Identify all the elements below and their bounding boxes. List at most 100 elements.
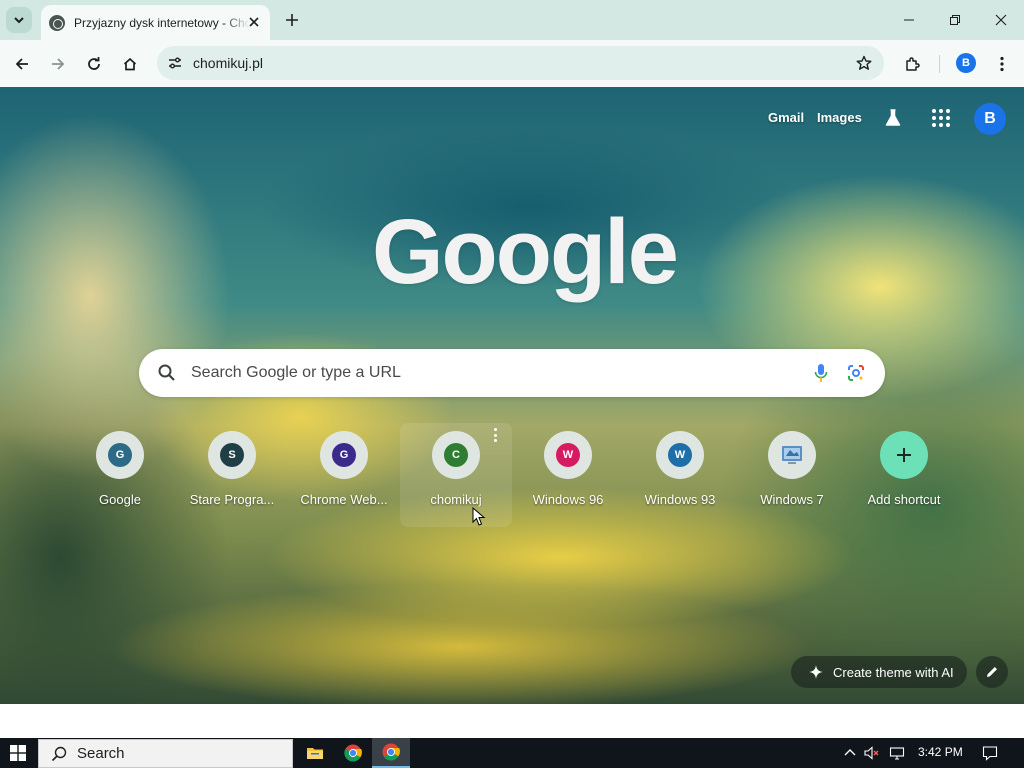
site-info-button[interactable] bbox=[160, 48, 190, 78]
new-tab-page: Gmail Images B Google G Google S St bbox=[0, 87, 1024, 704]
add-shortcut-button[interactable]: Add shortcut bbox=[848, 423, 960, 527]
customize-button[interactable] bbox=[976, 656, 1008, 688]
shortcut-tile: W bbox=[656, 431, 704, 479]
tab-search-button[interactable] bbox=[6, 7, 32, 33]
lens-icon bbox=[848, 365, 864, 381]
more-vert-icon bbox=[1000, 56, 1004, 72]
extensions-icon bbox=[906, 57, 920, 71]
taskbar-file-explorer[interactable] bbox=[296, 738, 334, 768]
taskbar-clock[interactable]: 3:42 PM bbox=[918, 745, 963, 759]
menu-button[interactable] bbox=[988, 50, 1016, 78]
tray-network[interactable] bbox=[889, 745, 905, 761]
shortcuts-grid: G Google S Stare Progra... G Chrome Web.… bbox=[64, 423, 960, 527]
shortcut-windows-7[interactable]: Windows 7 bbox=[736, 423, 848, 527]
taskbar-search-label: Search bbox=[77, 745, 125, 762]
tray-overflow-button[interactable] bbox=[842, 745, 858, 761]
taskbar-search[interactable]: Search bbox=[38, 739, 293, 768]
shortcut-label: Windows 7 bbox=[760, 492, 824, 507]
new-tab-button[interactable] bbox=[280, 8, 304, 32]
google-logo: Google bbox=[372, 201, 679, 303]
shortcut-chomikuj[interactable]: C chomikuj bbox=[400, 423, 512, 527]
globe-icon bbox=[49, 14, 65, 31]
taskbar-chrome[interactable] bbox=[334, 738, 372, 768]
minimize-icon bbox=[904, 19, 914, 21]
plus-icon bbox=[286, 14, 298, 26]
lens-search-button[interactable] bbox=[844, 361, 868, 385]
shortcut-windows-96[interactable]: W Windows 96 bbox=[512, 423, 624, 527]
shortcut-favicon: S bbox=[220, 443, 244, 467]
shortcut-favicon: W bbox=[668, 443, 692, 467]
shortcut-tile: C bbox=[432, 431, 480, 479]
shortcut-more-button[interactable] bbox=[494, 428, 498, 442]
shortcut-label: Windows 93 bbox=[644, 492, 716, 507]
address-bar[interactable]: chomikuj.pl bbox=[157, 46, 884, 80]
extensions-button[interactable] bbox=[898, 50, 926, 78]
search-input[interactable] bbox=[191, 349, 791, 397]
shortcut-favicon: C bbox=[444, 443, 468, 467]
search-box[interactable] bbox=[139, 349, 885, 397]
images-link[interactable]: Images bbox=[817, 110, 862, 125]
shortcut-label: Chrome Web... bbox=[300, 492, 388, 507]
shortcut-chrome-web-store[interactable]: G Chrome Web... bbox=[288, 423, 400, 527]
bookmark-button[interactable] bbox=[854, 53, 874, 73]
shortcut-favicon: W bbox=[556, 443, 580, 467]
taskbar-chrome-active[interactable] bbox=[372, 738, 410, 768]
mouse-cursor-icon bbox=[472, 507, 486, 526]
close-window-button[interactable] bbox=[978, 0, 1024, 40]
start-button[interactable] bbox=[0, 738, 36, 768]
shortcut-label: Windows 96 bbox=[532, 492, 604, 507]
shortcut-label: Add shortcut bbox=[867, 492, 941, 507]
taskbar: Search 3:42 PM bbox=[0, 738, 1024, 768]
url-text[interactable]: chomikuj.pl bbox=[193, 55, 263, 71]
page-bottom-area bbox=[0, 704, 1024, 738]
folder-icon bbox=[307, 748, 323, 759]
toolbar-separator bbox=[939, 55, 940, 73]
reload-button[interactable] bbox=[80, 50, 108, 78]
sparkle-icon bbox=[809, 665, 823, 679]
shortcut-tile: G bbox=[96, 431, 144, 479]
back-button[interactable] bbox=[8, 50, 36, 78]
restore-button[interactable] bbox=[932, 0, 978, 40]
tab-strip: Przyjazny dysk internetowy - Chomikuj.pl bbox=[0, 0, 1024, 40]
notification-icon bbox=[982, 746, 998, 761]
apps-icon bbox=[932, 109, 936, 113]
shortcut-tile: S bbox=[208, 431, 256, 479]
search-icon bbox=[51, 746, 67, 761]
mic-icon bbox=[814, 364, 828, 382]
shortcut-windows-93[interactable]: W Windows 93 bbox=[624, 423, 736, 527]
voice-search-button[interactable] bbox=[809, 361, 833, 385]
pencil-icon bbox=[987, 667, 997, 677]
home-button[interactable] bbox=[116, 50, 144, 78]
tab-close-button[interactable] bbox=[246, 14, 262, 30]
star-icon bbox=[856, 55, 872, 70]
labs-button[interactable] bbox=[881, 106, 905, 130]
shortcut-stare-programy[interactable]: S Stare Progra... bbox=[176, 423, 288, 527]
account-avatar[interactable]: B bbox=[974, 103, 1006, 135]
create-theme-label: Create theme with AI bbox=[833, 664, 954, 680]
maximize-icon bbox=[950, 15, 960, 25]
plus-icon bbox=[897, 448, 911, 462]
close-icon bbox=[995, 14, 1007, 26]
shortcut-tile: W bbox=[544, 431, 592, 479]
minimize-button[interactable] bbox=[886, 0, 932, 40]
labs-icon bbox=[885, 109, 901, 126]
forward-icon bbox=[52, 58, 65, 70]
close-icon bbox=[249, 17, 259, 27]
forward-button[interactable] bbox=[44, 50, 72, 78]
tab-active[interactable]: Przyjazny dysk internetowy - Chomikuj.pl bbox=[41, 5, 270, 40]
tray-volume[interactable] bbox=[864, 745, 880, 761]
google-apps-button[interactable] bbox=[930, 107, 952, 129]
gmail-link[interactable]: Gmail bbox=[768, 110, 804, 125]
network-icon bbox=[889, 747, 905, 760]
shortcut-label: Stare Progra... bbox=[189, 492, 275, 507]
profile-button[interactable]: B bbox=[956, 53, 976, 73]
tab-title: Przyjazny dysk internetowy - Chomikuj.pl bbox=[74, 15, 250, 30]
windows-logo-icon bbox=[10, 745, 26, 761]
shortcut-google[interactable]: G Google bbox=[64, 423, 176, 527]
chevron-up-icon bbox=[844, 749, 856, 756]
shortcut-tile: G bbox=[320, 431, 368, 479]
create-theme-button[interactable]: Create theme with AI bbox=[791, 656, 967, 688]
chevron-down-icon bbox=[14, 17, 24, 24]
shortcut-favicon: G bbox=[108, 443, 132, 467]
notification-center-button[interactable] bbox=[982, 745, 998, 761]
